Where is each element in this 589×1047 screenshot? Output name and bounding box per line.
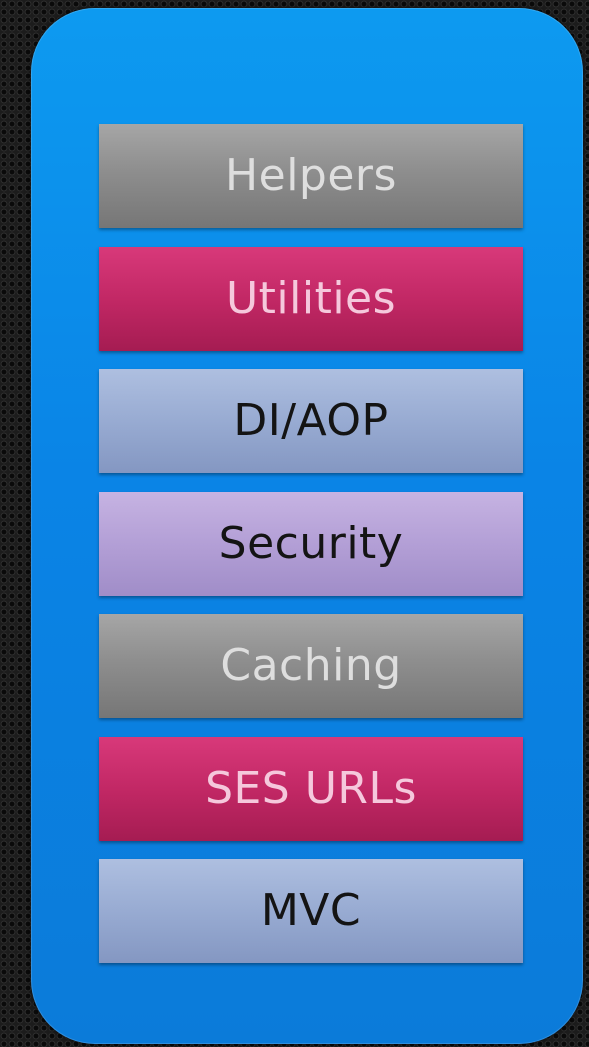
layer-ses-urls: SES URLs [99,736,523,841]
layer-helpers: Helpers [99,124,523,228]
layer-mvc: MVC [99,859,523,963]
layer-label: Caching [220,640,402,691]
layer-label: Security [218,517,404,569]
layer-label: MVC [260,885,362,936]
layer-label: DI/AOP [233,395,389,446]
layer-di-aop: DI/AOP [99,369,523,473]
layer-stack: Helpers Utilities DI/AOP Security Cachin… [99,124,523,982]
layer-utilities: Utilities [99,246,523,351]
layer-caching: Caching [99,614,523,718]
layer-security: Security [99,491,523,596]
layer-label: Utilities [225,272,397,324]
layer-label: Helpers [225,150,397,201]
layer-label: SES URLs [205,762,417,814]
